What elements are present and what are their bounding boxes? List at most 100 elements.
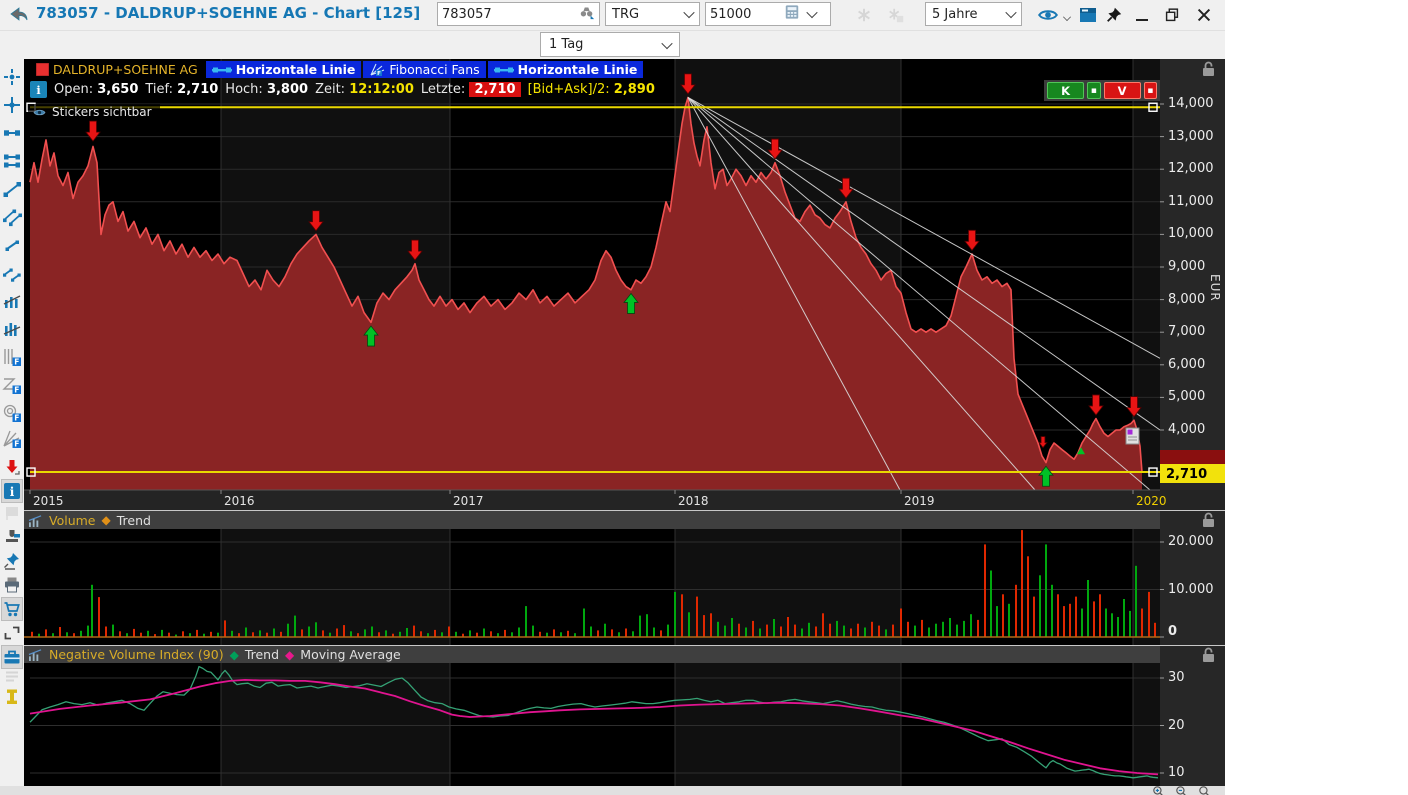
volume-panel-title: Volume xyxy=(49,513,96,528)
chevron-down-icon xyxy=(661,37,672,48)
volume-axis-tick: 10.000 xyxy=(1168,582,1214,597)
symbol-search-binoculars-icon[interactable] xyxy=(578,4,596,24)
stickers-visibility-toggle[interactable]: Stickers sichtbar xyxy=(28,104,160,120)
fibonacci-spiral-tool-icon[interactable]: F xyxy=(1,401,23,425)
last-price-axis-label: 2,710 xyxy=(1166,467,1207,482)
buy-options-button[interactable]: ▪ xyxy=(1087,82,1100,99)
price-axis-tick: 11,000 xyxy=(1168,194,1214,209)
time-label: Zeit: xyxy=(315,82,345,97)
short-trendline-tool-icon[interactable] xyxy=(1,233,23,257)
zoom-in-icon[interactable] xyxy=(1152,783,1165,795)
crosshair-tool-icon[interactable] xyxy=(1,93,23,117)
price-axis-tick: 12,000 xyxy=(1168,161,1214,176)
quote-info-bar: i Open: 3,650 Tief: 2,710 Hoch: 3,800 Ze… xyxy=(30,80,655,99)
close-button[interactable] xyxy=(1192,4,1216,26)
legend-label: Horizontale Linie xyxy=(518,62,638,77)
low-value: 2,710 xyxy=(177,82,218,97)
buy-button[interactable]: K xyxy=(1047,82,1084,99)
title-bar: 783057 - DALDRUP+SOEHNE AG - Chart [125]… xyxy=(0,0,1225,31)
legend-label: DALDRUP+SOEHNE AG xyxy=(53,62,198,77)
legend-item-hline[interactable]: Horizontale Linie xyxy=(488,61,644,78)
sticker-arrow-tool-icon[interactable] xyxy=(1,455,23,479)
fibonacci-retracement-tool-icon[interactable]: F xyxy=(1,345,23,369)
print-icon[interactable] xyxy=(1,573,23,597)
horizontal-line-tool-icon[interactable] xyxy=(1,121,23,145)
hline-legend-icon xyxy=(212,65,232,75)
double-trendline-tool-icon[interactable] xyxy=(1,261,23,285)
interval-select-value: 1 Tag xyxy=(549,37,583,52)
window-layout-icon[interactable] xyxy=(1,621,23,645)
minimize-button[interactable] xyxy=(1130,4,1154,26)
fibonacci-timezones-tool-icon[interactable]: F xyxy=(1,373,23,397)
volume-axis-tick: 20.000 xyxy=(1168,534,1214,549)
market-select-value: TRG xyxy=(612,7,639,22)
nvi-panel-header[interactable]: Negative Volume Index (90) ◆ Trend ◆ Mov… xyxy=(24,646,1160,663)
nvi-axis-tick: 30 xyxy=(1168,670,1185,685)
svg-text:F: F xyxy=(378,71,382,76)
legend-label: Fibonacci Fans xyxy=(389,62,479,77)
svg-text:i: i xyxy=(10,485,15,499)
chevron-down-icon[interactable] xyxy=(806,7,817,18)
bar-pattern-alt-tool-icon[interactable] xyxy=(1,317,23,341)
legend-item-hline[interactable]: Horizontale Linie xyxy=(206,61,362,78)
range-select-value: 5 Jahre xyxy=(932,7,978,22)
nvi-trend-label: Trend xyxy=(245,647,279,662)
volume-panel-header[interactable]: Volume ◆ Trend xyxy=(24,511,1160,529)
symbol-input[interactable] xyxy=(438,7,578,22)
chevron-down-icon[interactable] xyxy=(1063,13,1071,21)
chevron-down-icon xyxy=(1005,7,1016,18)
chevron-down-icon xyxy=(683,7,694,18)
pin-icon[interactable] xyxy=(1102,4,1126,26)
indicator-icon xyxy=(28,514,43,527)
price-axis-tick: 10,000 xyxy=(1168,226,1214,241)
symbol-field[interactable] xyxy=(437,2,600,26)
order-volume-field[interactable] xyxy=(705,2,831,26)
sell-button[interactable]: V xyxy=(1104,82,1141,99)
price-chart-plot[interactable]: 2015201620172018201920202,710 xyxy=(24,59,1225,787)
stamp-tool-icon[interactable] xyxy=(1,525,23,549)
window-title: 783057 - DALDRUP+SOEHNE AG - Chart [125] xyxy=(36,4,420,22)
svg-text:F: F xyxy=(14,414,19,423)
legend-item-fan[interactable]: F Fibonacci Fans xyxy=(363,61,485,78)
restore-button[interactable] xyxy=(1160,4,1184,26)
moving-average-diamond-icon: ◆ xyxy=(285,649,294,661)
order-cart-icon[interactable] xyxy=(1,597,23,621)
lock-open-icon xyxy=(1203,654,1214,662)
parallel-horizontal-lines-tool-icon[interactable] xyxy=(1,149,23,173)
trendline-tool-icon[interactable] xyxy=(1,177,23,201)
svg-text:F: F xyxy=(14,386,19,395)
high-value: 3,800 xyxy=(267,82,308,97)
panel-dock-icon[interactable] xyxy=(1076,4,1100,26)
range-select[interactable]: 5 Jahre xyxy=(925,2,1022,26)
price-axis-tick: 5,000 xyxy=(1168,389,1205,404)
interval-select[interactable]: 1 Tag xyxy=(540,32,680,57)
app-icon xyxy=(8,5,30,25)
svg-text:i: i xyxy=(36,83,41,97)
pointer-crosshair-tool-icon[interactable] xyxy=(1,65,23,89)
chart-region: 2015201620172018201920202,710 DALDRUP+SO… xyxy=(24,59,1225,787)
zoom-lens-icon[interactable] xyxy=(1198,783,1211,795)
info-mode-icon[interactable]: i xyxy=(1,479,23,503)
market-select[interactable]: TRG xyxy=(605,2,700,26)
order-volume-input[interactable] xyxy=(706,7,784,22)
svg-text:2020: 2020 xyxy=(1136,494,1167,508)
mid-label: [Bid+Ask]/2: xyxy=(528,82,610,97)
parallel-trendlines-tool-icon[interactable] xyxy=(1,205,23,229)
detach-tool-icon xyxy=(852,4,876,26)
visibility-eye-icon[interactable] xyxy=(1036,4,1060,26)
zoom-out-icon[interactable] xyxy=(1175,783,1188,795)
sell-options-button[interactable]: ▪ xyxy=(1144,82,1157,99)
calculator-icon[interactable] xyxy=(784,4,800,24)
mid-value: 2,890 xyxy=(614,82,655,97)
pin-note-tool-icon[interactable] xyxy=(1,549,23,573)
time-marker-icon[interactable] xyxy=(1,685,23,709)
price-axis-tick: 9,000 xyxy=(1168,259,1205,274)
hline-legend-icon xyxy=(494,65,514,75)
fibonacci-fans-tool-icon[interactable]: F xyxy=(1,427,23,451)
svg-text:2019: 2019 xyxy=(904,494,935,508)
legend-item-instrument[interactable]: DALDRUP+SOEHNE AG xyxy=(30,61,204,78)
svg-text:F: F xyxy=(14,358,19,367)
bar-pattern-tool-icon[interactable] xyxy=(1,289,23,313)
lock-open-icon xyxy=(1203,68,1214,76)
drawing-toolbar: FFFFi xyxy=(0,59,24,787)
